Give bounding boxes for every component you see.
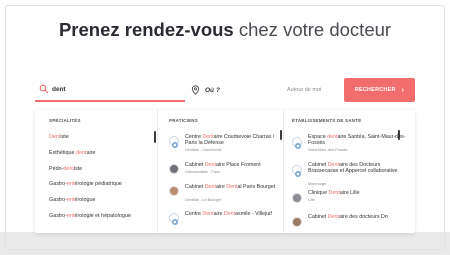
text-segment: Gastro-: [49, 197, 67, 203]
text-segment: Gastro-: [49, 181, 67, 187]
search-button[interactable]: RECHERCHER ›: [344, 78, 415, 102]
establishments-scrollbar[interactable]: [398, 130, 400, 140]
text-segment: Clinique: [308, 190, 329, 196]
establishment-subtitle: Montrouge: [308, 182, 327, 186]
practitioners-column: PRATICIENS Centre Dentaire Courbevoie Ch…: [158, 110, 284, 233]
around-me-link[interactable]: Autour de moi: [287, 87, 321, 93]
chevron-right-icon: ›: [401, 86, 405, 94]
text-segment: Espace: [308, 134, 328, 140]
avatar: [292, 217, 302, 227]
specialty-item[interactable]: Dentiste: [49, 134, 69, 140]
avatar: [169, 186, 179, 196]
establishment-item[interactable]: Espace dentaire Santéa, Saint-Maur-des-F…: [292, 134, 412, 158]
clinic-logo-icon: [169, 136, 179, 148]
text-segment: Esthétique: [49, 150, 76, 156]
establishment-name: Espace dentaire Santéa, Saint-Maur-des-F…: [308, 134, 408, 147]
match-highlight: Dent: [49, 134, 61, 140]
practitioner-item[interactable]: Centre Dentaire Dentasmile - Villejuif: [169, 211, 281, 233]
establishment-name: Cabinet Dentaire des Docteurs Brassecass…: [308, 162, 408, 175]
specialty-item[interactable]: Gastro-entérologie et hépatologue: [49, 213, 131, 219]
text-segment: iste: [73, 166, 83, 172]
page-title: Prenez rendez-vous chez votre docteur: [0, 19, 450, 41]
practitioner-name: Centre Dentaire Courbevoie Charras / Par…: [185, 134, 281, 147]
specialty-item[interactable]: Gastro-entérologue: [49, 197, 95, 203]
match-highlight: Dent: [204, 184, 216, 190]
text-segment: Cabinet: [185, 184, 205, 190]
establishment-subtitle: Saint-Maur-des-Fossés: [308, 148, 348, 152]
match-highlight: Dent: [327, 214, 339, 220]
search-input[interactable]: dent: [35, 78, 185, 102]
clinic-logo-icon: [169, 213, 179, 225]
match-highlight: dent: [75, 150, 87, 156]
practitioner-subtitle: Dentiste - Courbevoie: [185, 148, 222, 152]
specialty-item[interactable]: Esthétique dentaire: [49, 150, 95, 156]
match-highlight: dent: [327, 134, 338, 140]
specialty-item[interactable]: Pédo-dentiste: [49, 166, 82, 172]
text-segment: Centre: [185, 211, 203, 217]
practitioner-subtitle: Dentiste - Le Bourget: [185, 198, 221, 202]
avatar: [169, 164, 179, 174]
establishment-name: Cabinet Dentaire des docteurs Do: [308, 214, 408, 220]
match-highlight: Dent: [327, 162, 339, 168]
establishment-name: Clinique Dentaire Lille: [308, 190, 408, 196]
clinic-logo-icon: [292, 165, 302, 177]
text-segment: Gastro-: [49, 213, 67, 219]
search-icon: [39, 84, 49, 94]
text-segment: asmile - Villejuif: [235, 211, 272, 217]
match-highlight: Dent: [202, 134, 214, 140]
page-title-light: chez votre docteur: [238, 19, 392, 40]
search-input-value: dent: [52, 85, 66, 93]
clinic-logo-icon: [292, 137, 302, 149]
match-highlight: Dent: [328, 190, 340, 196]
text-segment: Pédo-: [49, 166, 64, 172]
match-highlight: Dent: [202, 211, 214, 217]
match-highlight: Dent: [223, 211, 236, 217]
specialties-column: SPÉCIALITÉS Dentiste Esthétique dentaire P…: [35, 110, 158, 233]
text-segment: érologue: [74, 197, 96, 203]
text-segment: aire Lille: [339, 190, 360, 196]
establishment-item[interactable]: Cabinet Dentaire des Docteurs Brassecass…: [292, 162, 412, 186]
autocomplete-dropdown: SPÉCIALITÉS Dentiste Esthétique dentaire P…: [35, 110, 415, 233]
specialty-item[interactable]: Gastro-entérologie pédiatrique: [49, 181, 122, 187]
search-bar: dent Où ? Autour de moi RECHERCHER ›: [35, 78, 415, 102]
text-segment: al Paris Bourget: [237, 184, 276, 190]
practitioner-subtitle: Orthodontiste - Paris: [185, 170, 220, 174]
text-segment: aire: [86, 150, 96, 156]
avatar: [292, 193, 302, 203]
practitioner-name: Centre Dentaire Dentasmile - Villejuif: [185, 211, 281, 217]
match-highlight: dent: [63, 166, 74, 172]
establishment-subtitle: Lille: [308, 198, 315, 202]
text-segment: aire Place Froment: [215, 162, 261, 168]
text-segment: aire: [215, 184, 227, 190]
text-segment: Cabinet: [308, 214, 328, 220]
establishment-item[interactable]: Clinique Dentaire Lille Lille: [292, 190, 412, 214]
specialties-header: SPÉCIALITÉS: [49, 118, 81, 123]
practitioner-item[interactable]: Centre Dentaire Courbevoie Charras / Par…: [169, 134, 281, 156]
practitioner-item[interactable]: Cabinet Dentaire Place Froment Orthodonti…: [169, 162, 281, 184]
establishments-column: ÉTABLISSEMENTS DE SANTÉ Espace dentaire …: [284, 110, 415, 233]
page-title-bold: Prenez rendez-vous: [58, 19, 234, 40]
text-segment: iste: [60, 134, 69, 140]
practitioner-name: Cabinet Dentaire Place Froment: [185, 162, 281, 168]
text-segment: érologie et hépatologue: [74, 213, 131, 219]
text-segment: aire: [213, 211, 224, 217]
practitioner-item[interactable]: Cabinet Dentaire Dental Paris Bourget Den…: [169, 184, 281, 206]
location-pin-icon: [191, 85, 200, 95]
establishments-header: ÉTABLISSEMENTS DE SANTÉ: [292, 118, 362, 123]
text-segment: Cabinet: [308, 162, 328, 168]
practitioners-header: PRATICIENS: [169, 118, 198, 123]
location-input[interactable]: Où ? Autour de moi: [189, 78, 329, 102]
text-segment: aire des docteurs Do: [338, 214, 388, 220]
location-input-label: Où ?: [205, 86, 220, 94]
practitioners-scrollbar[interactable]: [280, 130, 282, 140]
text-segment: érologie pédiatrique: [74, 181, 122, 187]
match-highlight: Dent: [226, 184, 238, 190]
practitioner-name: Cabinet Dentaire Dental Paris Bourget: [185, 184, 281, 190]
search-button-label: RECHERCHER: [354, 87, 396, 93]
text-segment: Centre: [185, 134, 203, 140]
specialties-scrollbar[interactable]: [154, 131, 156, 143]
match-highlight: Dent: [204, 162, 216, 168]
establishment-item[interactable]: Cabinet Dentaire des docteurs Do: [292, 214, 412, 233]
text-segment: Cabinet: [185, 162, 205, 168]
